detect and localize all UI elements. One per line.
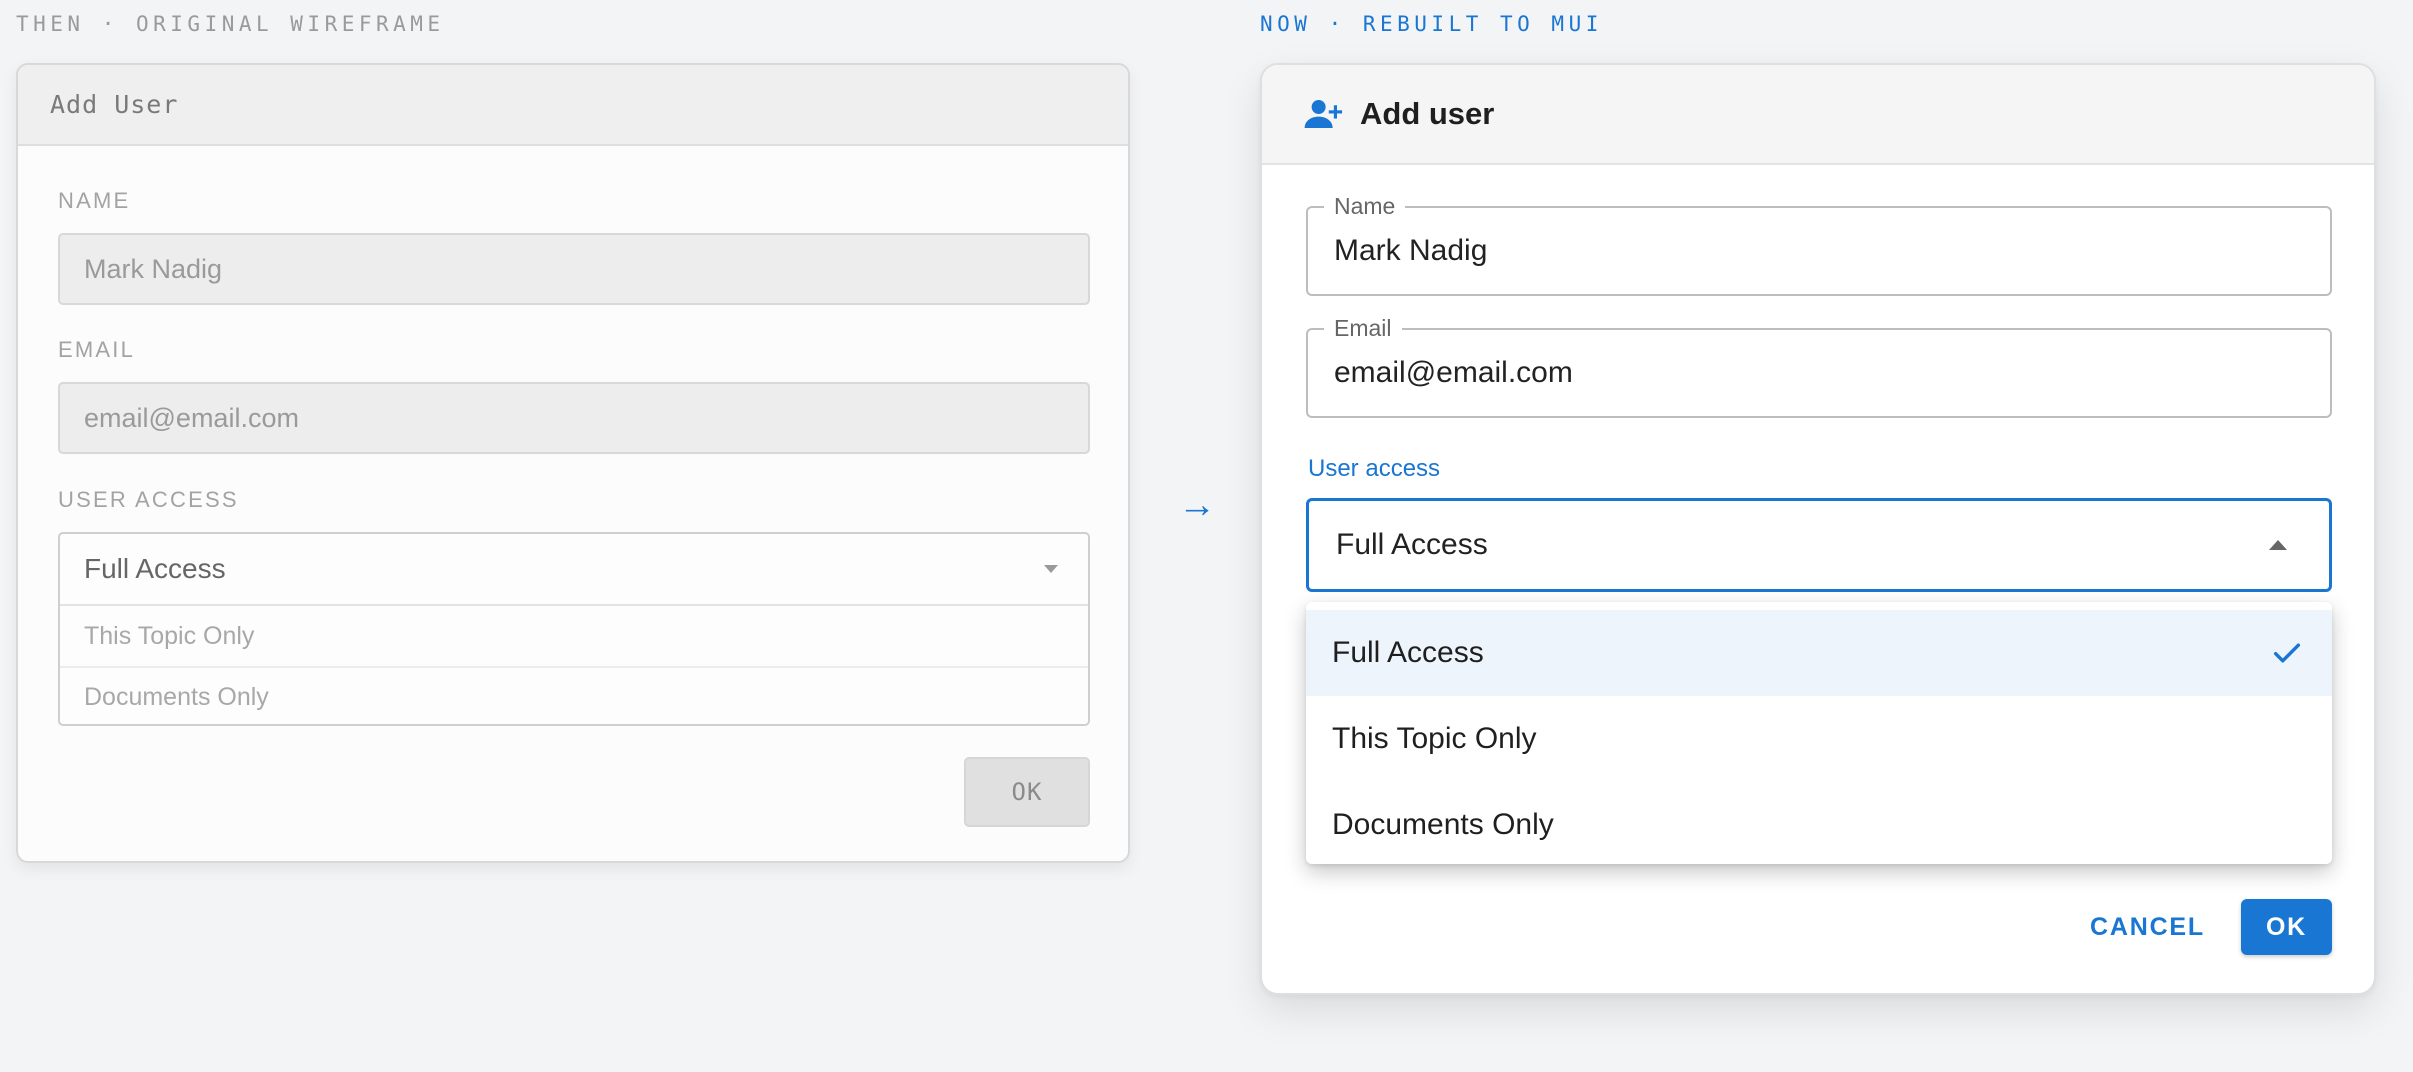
menu-option-label: This Topic Only: [1332, 722, 1537, 755]
now-caption: NOW · REBUILT TO MUI: [1260, 12, 1603, 36]
check-icon: [2273, 643, 2301, 663]
name-field-label: Name: [1324, 193, 1406, 220]
user-access-value: Full Access: [1336, 528, 1488, 561]
email-field-value: email@email.com: [1334, 356, 1573, 389]
menu-option-label: Full Access: [1332, 636, 1484, 669]
name-field[interactable]: Name Mark Nadig: [1306, 193, 2332, 296]
email-field[interactable]: Email email@email.com: [1306, 315, 2332, 418]
wireframe-header: Add User: [18, 65, 1128, 146]
wireframe-access-current[interactable]: Full Access: [60, 534, 1088, 606]
cancel-button[interactable]: CANCEL: [2076, 899, 2219, 955]
caret-up-icon[interactable]: [2269, 540, 2287, 550]
mui-dialog: Add user Name Mark Nadig Email email@ema…: [1260, 63, 2376, 995]
wireframe-access-label: USER ACCESS: [58, 487, 239, 512]
email-field-label: Email: [1324, 315, 1402, 342]
user-access-select[interactable]: Full Access: [1306, 498, 2332, 592]
user-access-label: User access: [1308, 455, 1441, 482]
wireframe-dialog: Add User NAME Mark Nadig EMAIL email@ema…: [16, 63, 1130, 863]
user-access-menu: Full Access This Topic Only Documents On…: [1306, 602, 2332, 864]
wireframe-email-input[interactable]: email@email.com: [58, 382, 1090, 454]
wireframe-access-select[interactable]: Full Access This Topic Only Documents On…: [58, 532, 1090, 726]
wireframe-name-label: NAME: [58, 188, 131, 213]
wireframe-title: Add User: [50, 90, 179, 119]
mui-title: Add user: [1360, 96, 1495, 131]
menu-option-documents-only[interactable]: Documents Only: [1306, 782, 2332, 864]
then-caption: THEN · ORIGINAL WIREFRAME: [16, 12, 445, 36]
wireframe-option-this-topic-only[interactable]: This Topic Only: [60, 606, 1088, 666]
wireframe-name-input[interactable]: Mark Nadig: [58, 233, 1090, 305]
caret-down-icon: [1044, 565, 1058, 573]
name-field-value: Mark Nadig: [1334, 234, 1488, 267]
mui-header: Add user: [1262, 65, 2374, 165]
wireframe-access-value: Full Access: [84, 553, 226, 584]
wireframe-ok-button[interactable]: OK: [964, 757, 1090, 827]
ok-button[interactable]: OK: [2241, 899, 2332, 955]
person-add-icon: [1304, 100, 1343, 128]
wireframe-option-documents-only[interactable]: Documents Only: [60, 666, 1088, 724]
menu-option-label: Documents Only: [1332, 808, 1554, 841]
arrow-right-icon: →: [1178, 484, 1216, 526]
menu-option-this-topic-only[interactable]: This Topic Only: [1306, 696, 2332, 782]
menu-option-full-access[interactable]: Full Access: [1306, 610, 2332, 696]
wireframe-email-label: EMAIL: [58, 337, 136, 362]
